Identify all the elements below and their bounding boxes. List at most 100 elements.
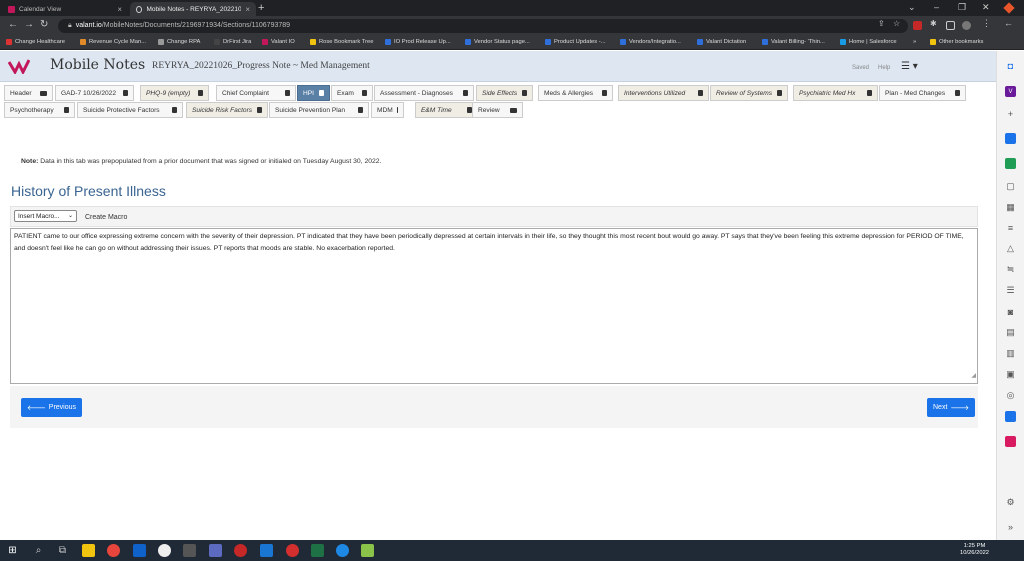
bookmark-item[interactable]: IO Prod Release Up... — [385, 39, 451, 45]
brave-icon[interactable] — [1003, 2, 1015, 14]
search-icon[interactable]: ⌕ — [32, 544, 45, 557]
trash-icon[interactable] — [777, 90, 782, 96]
next-button[interactable]: Next 🡒 — [927, 398, 976, 417]
windows-start-icon[interactable]: ⊞ — [6, 544, 19, 557]
rdp-icon[interactable] — [260, 544, 273, 557]
media-icon[interactable] — [286, 544, 299, 557]
bookmark-item[interactable]: Valant Dictation — [697, 39, 746, 45]
tab-exam[interactable]: Exam — [331, 85, 373, 101]
close-tab-icon[interactable]: × — [245, 5, 250, 14]
clipboard-icon[interactable]: ▢ — [1005, 181, 1016, 192]
calendar-icon[interactable]: ▣ — [1005, 369, 1016, 380]
help-link[interactable]: Help — [878, 65, 890, 71]
create-macro-link[interactable]: Create Macro — [85, 214, 127, 221]
valant-taskbar-icon[interactable] — [234, 544, 247, 557]
folder-icon[interactable] — [40, 90, 47, 96]
share-icon[interactable]: ⇪ — [878, 19, 887, 28]
bookmark-item[interactable]: Valant Billing- 'Thin... — [762, 39, 825, 45]
trash-icon[interactable] — [285, 90, 290, 96]
bookmark-item[interactable]: Home | Salesforce — [840, 39, 897, 45]
tab-hpi[interactable]: HPI — [297, 85, 330, 101]
resize-handle-icon[interactable]: ◢ — [971, 370, 976, 382]
app-taskbar-icon[interactable] — [183, 544, 196, 557]
trash-icon[interactable] — [602, 90, 607, 96]
bookmark-item[interactable]: Rose Bookmark Tree — [310, 39, 373, 45]
valant-icon[interactable]: V — [1005, 86, 1016, 97]
add-icon[interactable]: + — [1005, 108, 1016, 119]
tab-psychiatric-med-hx[interactable]: Psychiatric Med Hx — [793, 85, 878, 101]
star-icon[interactable]: ☆ — [893, 19, 902, 28]
back-icon[interactable]: ← — [8, 20, 18, 30]
close-tab-icon[interactable]: × — [117, 5, 122, 14]
tab-review-of-systems[interactable]: Review of Systems — [710, 85, 788, 101]
previous-button[interactable]: 🡐 Previous — [21, 398, 83, 417]
new-tab-icon[interactable]: + — [258, 3, 264, 14]
trash-icon[interactable] — [172, 107, 177, 113]
close-window-icon[interactable]: ✕ — [982, 2, 990, 13]
side-panel-icon[interactable] — [946, 21, 955, 30]
collapse-sidebar-icon[interactable]: » — [1005, 521, 1016, 532]
trash-icon[interactable] — [698, 90, 703, 96]
profile-avatar[interactable] — [962, 21, 971, 30]
hamburger-menu-icon[interactable]: ☰ ▾ — [901, 61, 918, 72]
excel-icon[interactable] — [311, 544, 324, 557]
gear-icon[interactable]: ⚙ — [1005, 497, 1016, 508]
trash-icon[interactable] — [867, 90, 872, 96]
insert-macro-select[interactable]: Insert Macro... ⌄ — [14, 210, 77, 222]
tab-suicide-risk-factors[interactable]: Suicide Risk Factors — [186, 102, 268, 118]
notepad-icon[interactable] — [361, 544, 374, 557]
tab-review[interactable]: Review — [472, 102, 523, 118]
system-clock[interactable]: 1:25 PM 10/26/2022 — [960, 543, 989, 557]
bookmark-item[interactable]: Revenue Cycle Man... — [80, 39, 146, 45]
puzzle-icon[interactable]: ✱ — [930, 19, 939, 28]
app-share-icon[interactable] — [1005, 411, 1016, 422]
bookmark-item[interactable]: Other bookmarks — [930, 39, 983, 45]
tab-side-effects[interactable]: Side Effects — [476, 85, 533, 101]
menu-icon[interactable]: ☰ — [1005, 285, 1016, 296]
bookmark-item[interactable]: Change Healthcare — [6, 39, 65, 45]
tab-psychotherapy[interactable]: Psychotherapy — [4, 102, 75, 118]
trash-icon[interactable] — [463, 90, 468, 96]
tab-phq-9-empty[interactable]: PHQ-9 (empty) — [140, 85, 209, 101]
browser-tab-mobile-notes[interactable]: Mobile Notes - REYRYA_20221026_ × — [130, 2, 256, 16]
trash-icon[interactable] — [358, 107, 363, 113]
bookmark-item[interactable]: DrFirst Jira — [214, 39, 251, 45]
list-icon[interactable]: ≡ — [1005, 222, 1016, 233]
bookmark-item[interactable]: Change RPA — [158, 39, 200, 45]
tab-chief-complaint[interactable]: Chief Complaint — [216, 85, 296, 101]
back-icon[interactable]: ← — [1004, 18, 1013, 28]
trash-icon[interactable] — [123, 90, 128, 96]
app-blue-icon[interactable] — [1005, 133, 1016, 144]
folder-icon[interactable] — [510, 107, 517, 113]
tab-e-m-time[interactable]: E&M Time — [415, 102, 478, 118]
task-view-icon[interactable]: ⧉ — [56, 544, 69, 557]
app-pink-icon[interactable] — [1005, 436, 1016, 447]
notes-icon[interactable]: ▤ — [1005, 327, 1016, 338]
tab-interventions-utilized[interactable]: Interventions Utilized — [618, 85, 709, 101]
tab-mdm[interactable]: MDM — [371, 102, 404, 118]
tab-gad-7-10-26-2022[interactable]: GAD-7 10/26/2022 — [55, 85, 134, 101]
file-explorer-icon[interactable] — [82, 544, 95, 557]
tab-assessment-diagnoses[interactable]: Assessment - Diagnoses — [374, 85, 474, 101]
trash-icon[interactable] — [955, 90, 960, 96]
tab-search-icon[interactable]: ⌄ — [908, 2, 916, 13]
teams-icon[interactable] — [209, 544, 222, 557]
slack-icon[interactable] — [158, 544, 171, 557]
bookmark-item[interactable]: Valant IO — [262, 39, 295, 45]
edge-icon[interactable] — [336, 544, 349, 557]
trash-icon[interactable] — [198, 90, 203, 96]
trash-icon[interactable] — [319, 90, 324, 96]
trash-icon[interactable] — [257, 107, 262, 113]
forward-icon[interactable]: → — [24, 20, 34, 30]
chrome-icon[interactable] — [107, 544, 120, 557]
trash-icon[interactable] — [64, 107, 69, 113]
browser-tab-calendar[interactable]: Calendar View × — [2, 2, 128, 16]
restore-icon[interactable]: ❐ — [958, 2, 966, 13]
grid-icon[interactable]: ▦ — [1005, 202, 1016, 213]
bookmark-item[interactable]: Vendor Status page... — [465, 39, 530, 45]
bookmark-item[interactable]: Vendors/Integratio... — [620, 39, 681, 45]
settings-small-icon[interactable]: ◎ — [1005, 390, 1016, 401]
trash-icon[interactable] — [522, 90, 527, 96]
trash-icon[interactable] — [396, 107, 398, 113]
chart-icon[interactable]: ▥ — [1005, 348, 1016, 359]
